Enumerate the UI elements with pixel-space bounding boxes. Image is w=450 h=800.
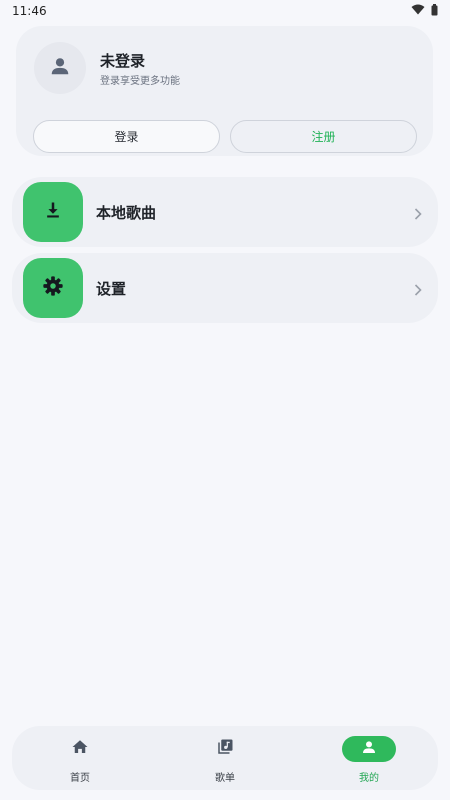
- menu-icon-box: [23, 258, 83, 318]
- nav-icon-wrap: [53, 736, 107, 762]
- gear-icon: [42, 275, 64, 301]
- nav-icon-wrap: [342, 736, 396, 762]
- nav-icon-wrap: [198, 736, 252, 762]
- chevron-right-icon: [414, 205, 422, 224]
- chevron-right-icon: [414, 281, 422, 300]
- menu-item-settings[interactable]: 设置: [12, 253, 438, 323]
- download-icon: [43, 200, 63, 224]
- profile-subtitle: 登录享受更多功能: [100, 76, 180, 87]
- battery-icon: [431, 3, 438, 19]
- nav-item-home[interactable]: 首页: [30, 726, 130, 790]
- screen: 11:46 未登录 登录享受更多功能 登录 注册 本地歌曲 设置 首页 歌单 我…: [0, 0, 450, 800]
- login-button[interactable]: 登录: [33, 120, 220, 153]
- menu-item-local-songs[interactable]: 本地歌曲: [12, 177, 438, 247]
- nav-label: 首页: [70, 773, 90, 784]
- menu-icon-box: [23, 182, 83, 242]
- nav-label: 我的: [359, 773, 379, 784]
- status-icons: [411, 3, 438, 19]
- wifi-icon: [411, 4, 425, 18]
- register-button[interactable]: 注册: [230, 120, 417, 153]
- status-time: 11:46: [12, 4, 47, 18]
- avatar[interactable]: [34, 42, 86, 94]
- bottom-nav: 首页 歌单 我的: [12, 726, 438, 790]
- nav-item-playlist[interactable]: 歌单: [175, 726, 275, 790]
- nav-item-mine[interactable]: 我的: [319, 726, 419, 790]
- profile-card: 未登录 登录享受更多功能 登录 注册: [16, 26, 433, 156]
- person-icon: [49, 55, 71, 81]
- menu-label: 设置: [96, 280, 127, 298]
- person-icon: [361, 739, 377, 759]
- menu-label: 本地歌曲: [96, 204, 157, 222]
- nav-label: 歌单: [215, 773, 235, 784]
- status-bar: 11:46: [0, 0, 450, 22]
- home-icon: [71, 738, 89, 760]
- profile-name: 未登录: [100, 52, 146, 70]
- playlist-icon: [216, 738, 234, 760]
